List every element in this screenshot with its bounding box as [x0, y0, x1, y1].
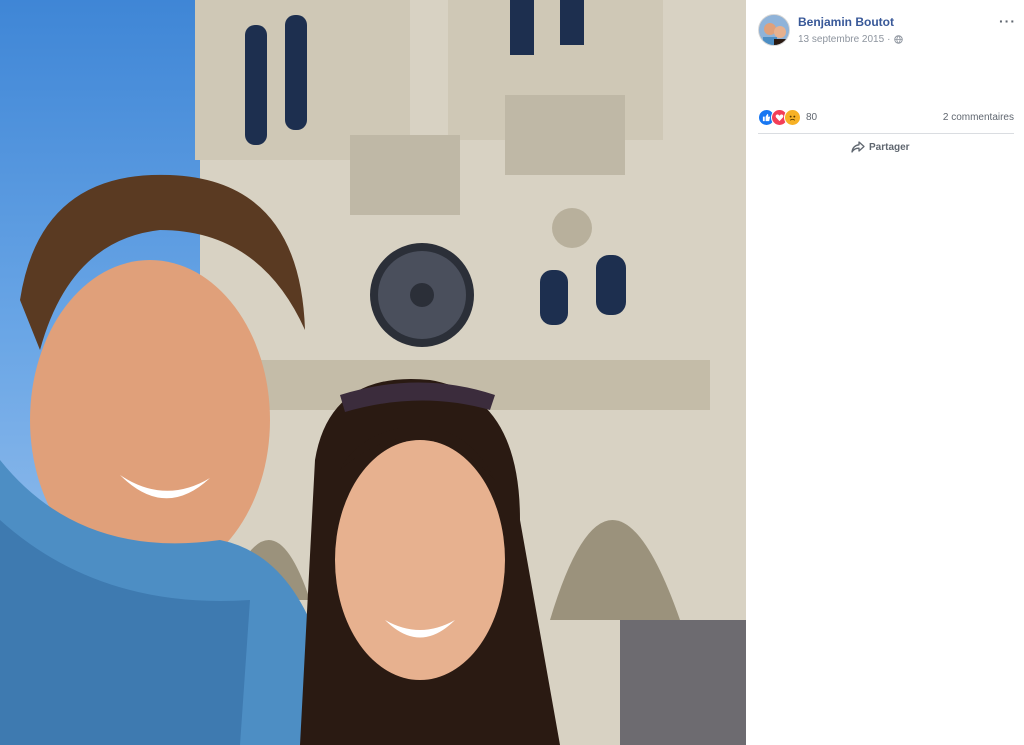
author-name[interactable]: Benjamin Boutot — [798, 15, 894, 29]
meta-separator: · — [887, 34, 891, 45]
more-options-button[interactable]: ··· — [999, 14, 1016, 28]
reactions-bar: 80 2 commentaires — [758, 108, 1014, 126]
comments-count[interactable]: 2 commentaires — [943, 112, 1014, 123]
post-meta: 13 septembre 2015 · — [798, 34, 903, 45]
avatar[interactable] — [758, 14, 790, 46]
post-photo[interactable] — [0, 0, 746, 745]
photo-illustration — [0, 0, 746, 745]
divider — [758, 133, 1014, 134]
share-button[interactable]: Partager — [851, 141, 910, 153]
globe-icon[interactable] — [893, 35, 903, 44]
reaction-count[interactable]: 80 — [806, 112, 817, 123]
post-header: Benjamin Boutot 13 septembre 2015 · ··· — [758, 12, 1016, 52]
post-date[interactable]: 13 septembre 2015 — [798, 34, 884, 45]
share-arrow-icon — [851, 141, 865, 153]
sad-icon[interactable] — [784, 108, 801, 126]
post-sidebar: Benjamin Boutot 13 septembre 2015 · ··· … — [746, 0, 1024, 745]
share-label: Partager — [869, 141, 910, 153]
